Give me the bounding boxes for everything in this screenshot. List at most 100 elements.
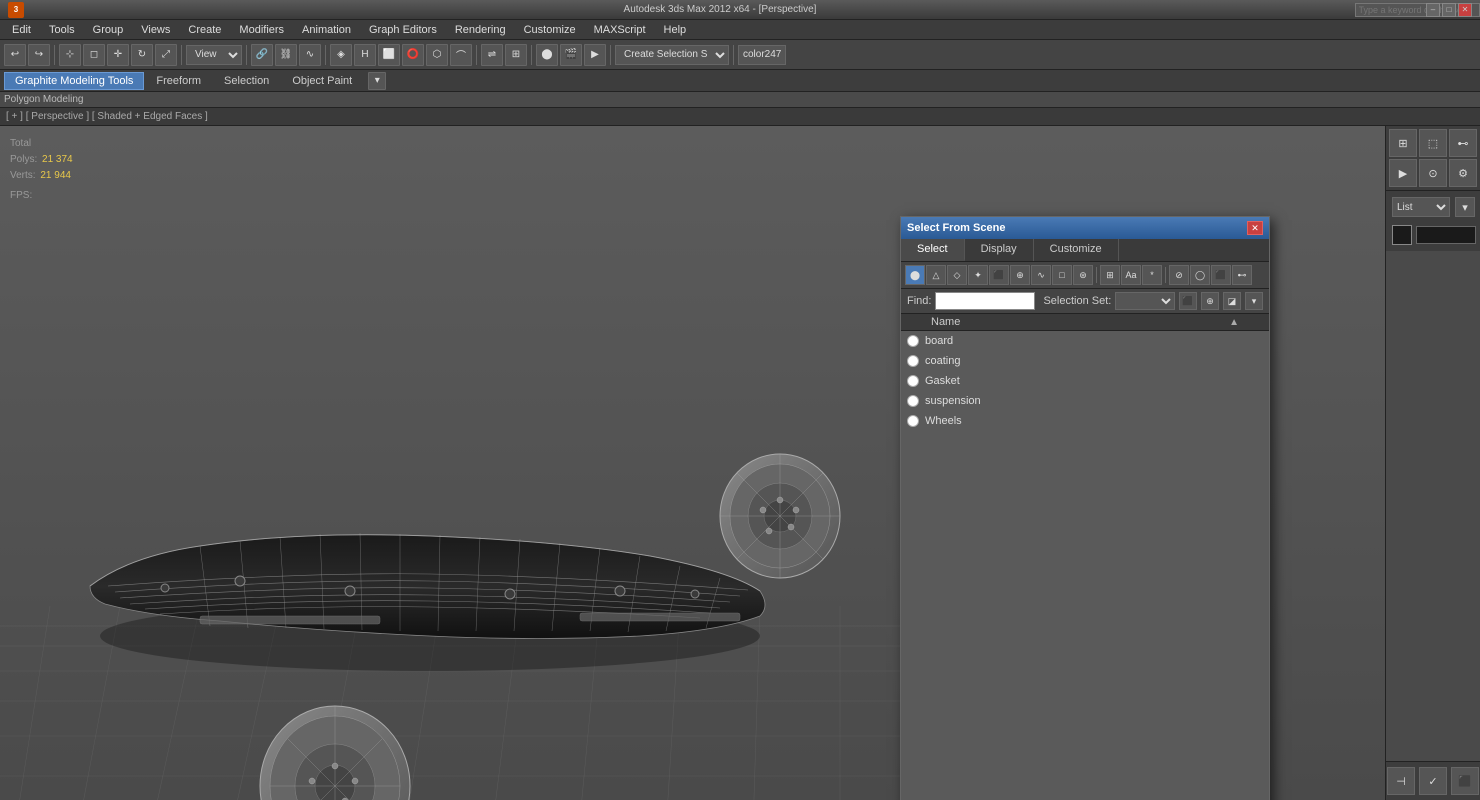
dlg-lights-button[interactable]: ✦ [968, 265, 988, 285]
object-list-area[interactable]: board coating Gasket suspension Wheels [901, 331, 1269, 800]
list-dropdown[interactable]: List [1392, 197, 1450, 217]
object-list-header: Name ▲ [901, 314, 1269, 331]
motion-panel-btn[interactable]: ▶ [1389, 159, 1417, 187]
dlg-show-subtree-button[interactable]: ⊞ [1100, 265, 1120, 285]
dlg-pattern-match-button[interactable]: * [1142, 265, 1162, 285]
dlg-spacewarp-button[interactable]: ∿ [1031, 265, 1051, 285]
menu-tools[interactable]: Tools [41, 22, 83, 38]
close-button[interactable]: ✕ [1458, 3, 1472, 17]
rotate-button[interactable]: ↻ [131, 44, 153, 66]
ribbon-options-button[interactable]: ▾ [368, 72, 386, 90]
menu-create[interactable]: Create [180, 22, 229, 38]
object-name-coating: coating [925, 355, 960, 367]
dlg-none-button[interactable]: ◯ [1190, 265, 1210, 285]
dlg-shapes-button[interactable]: ◇ [947, 265, 967, 285]
select-object-button[interactable]: ⊹ [59, 44, 81, 66]
search-input-bar[interactable] [1410, 3, 1424, 17]
select-by-name-button[interactable]: H [354, 44, 376, 66]
render-button[interactable]: ▶ [584, 44, 606, 66]
select-fence-button[interactable]: ⬡ [426, 44, 448, 66]
dialog-tab-display[interactable]: Display [965, 239, 1034, 261]
object-item-gasket[interactable]: Gasket [901, 371, 1269, 391]
toolbar-sep-3 [246, 45, 247, 65]
menu-customize[interactable]: Customize [516, 22, 584, 38]
find-options-btn-2[interactable]: ⊕ [1201, 292, 1219, 310]
dlg-case-sensitive-button[interactable]: Aa [1121, 265, 1141, 285]
ribbon-tab-selection[interactable]: Selection [213, 72, 280, 90]
select-region-button[interactable]: ◻ [83, 44, 105, 66]
undo-button[interactable]: ↩ [4, 44, 26, 66]
menu-views[interactable]: Views [133, 22, 178, 38]
move-button[interactable]: ✛ [107, 44, 129, 66]
dlg-invert-button[interactable]: ⊘ [1169, 265, 1189, 285]
rp-btn-2[interactable]: ✓ [1419, 767, 1447, 795]
menu-rendering[interactable]: Rendering [447, 22, 514, 38]
object-item-coating[interactable]: coating [901, 351, 1269, 371]
mirror-button[interactable]: ⇌ [481, 44, 503, 66]
color-display[interactable] [1416, 226, 1476, 244]
ribbon-tab-graphite[interactable]: Graphite Modeling Tools [4, 72, 144, 90]
object-name-wheels: Wheels [925, 415, 962, 427]
display-panel-btn[interactable]: ⊙ [1419, 159, 1447, 187]
scale-button[interactable]: ⤢ [155, 44, 177, 66]
menu-animation[interactable]: Animation [294, 22, 359, 38]
material-editor-button[interactable]: ⬤ [536, 44, 558, 66]
find-options-btn-1[interactable]: ⬛ [1179, 292, 1197, 310]
object-radio-gasket[interactable] [907, 375, 919, 387]
hierarchy-panel-btn[interactable]: ⊷ [1449, 129, 1477, 157]
object-item-suspension[interactable]: suspension [901, 391, 1269, 411]
align-button[interactable]: ⊞ [505, 44, 527, 66]
create-selection-dropdown[interactable]: Create Selection S [615, 45, 729, 65]
dialog-tab-customize[interactable]: Customize [1034, 239, 1119, 261]
rp-btn-1[interactable]: ⊣ [1387, 767, 1415, 795]
viewport[interactable]: Total Polys: 21 374 Verts: 21 944 FPS: S… [0, 126, 1385, 800]
dlg-all-button[interactable]: ⬛ [1211, 265, 1231, 285]
dialog-close-button[interactable]: ✕ [1247, 221, 1263, 235]
object-item-wheels[interactable]: Wheels [901, 411, 1269, 431]
dlg-groups-button[interactable]: □ [1052, 265, 1072, 285]
rp-btn-3[interactable]: ⬛ [1451, 767, 1479, 795]
ribbon-tab-objectpaint[interactable]: Object Paint [281, 72, 363, 90]
find-options-btn-4[interactable]: ▾ [1245, 292, 1263, 310]
menu-edit[interactable]: Edit [4, 22, 39, 38]
render-setup-button[interactable]: 🎬 [560, 44, 582, 66]
dlg-select-all-button[interactable]: ⬤ [905, 265, 925, 285]
reference-coord-dropdown[interactable]: View World Local [186, 45, 242, 65]
select-lasso-button[interactable]: ⌒ [450, 44, 472, 66]
selection-set-dropdown[interactable] [1115, 292, 1175, 310]
redo-button[interactable]: ↪ [28, 44, 50, 66]
ribbon-tab-freeform[interactable]: Freeform [145, 72, 212, 90]
menu-maxscript[interactable]: MAXScript [586, 22, 654, 38]
object-item-board[interactable]: board [901, 331, 1269, 351]
object-radio-wheels[interactable] [907, 415, 919, 427]
menu-modifiers[interactable]: Modifiers [231, 22, 292, 38]
selection-set-label: Selection Set: [1043, 295, 1111, 307]
dlg-cameras-button[interactable]: ⬛ [989, 265, 1009, 285]
select-filter-button[interactable]: ◈ [330, 44, 352, 66]
link-button[interactable]: 🔗 [251, 44, 273, 66]
maximize-button[interactable]: □ [1442, 3, 1456, 17]
find-options-btn-3[interactable]: ◪ [1223, 292, 1241, 310]
object-radio-suspension[interactable] [907, 395, 919, 407]
menu-graph-editors[interactable]: Graph Editors [361, 22, 445, 38]
find-input[interactable] [935, 292, 1035, 310]
dlg-child-button[interactable]: ⊷ [1232, 265, 1252, 285]
create-panel-btn[interactable]: ⊞ [1389, 129, 1417, 157]
dialog-tab-select[interactable]: Select [901, 239, 965, 261]
utilities-panel-btn[interactable]: ⚙ [1449, 159, 1477, 187]
list-expand-btn[interactable]: ▾ [1455, 197, 1475, 217]
bind-spacewarp-button[interactable]: ∿ [299, 44, 321, 66]
object-radio-coating[interactable] [907, 355, 919, 367]
color-swatch[interactable] [1392, 225, 1412, 245]
menu-group[interactable]: Group [85, 22, 132, 38]
dlg-geometry-button[interactable]: △ [926, 265, 946, 285]
modify-panel-btn[interactable]: ⬚ [1419, 129, 1447, 157]
minimize-button[interactable]: – [1426, 3, 1440, 17]
dlg-bones-button[interactable]: ⊛ [1073, 265, 1093, 285]
select-rect-button[interactable]: ⬜ [378, 44, 400, 66]
menu-help[interactable]: Help [656, 22, 695, 38]
dlg-helpers-button[interactable]: ⊕ [1010, 265, 1030, 285]
object-radio-board[interactable] [907, 335, 919, 347]
unlink-button[interactable]: ⛓ [275, 44, 297, 66]
select-circle-button[interactable]: ⭕ [402, 44, 424, 66]
